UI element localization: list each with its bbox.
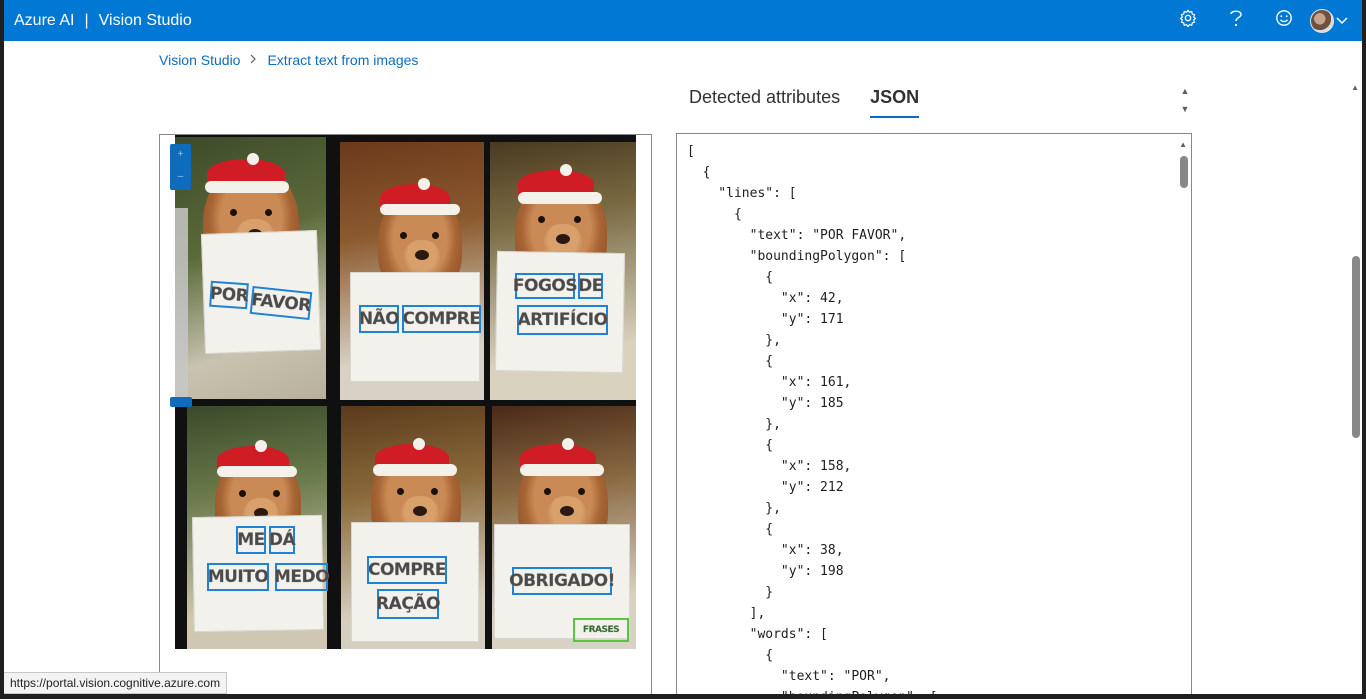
json-line: "x": 42,: [687, 291, 844, 306]
caret-up-icon[interactable]: ▲: [1179, 140, 1187, 149]
ocr-word-box[interactable]: NÃO: [359, 305, 400, 333]
json-line: "text": "POR",: [687, 669, 891, 684]
json-line: {: [687, 270, 774, 285]
json-line: "boundingPolygon": [: [687, 249, 907, 264]
page-scrollbar-thumb[interactable]: [1352, 256, 1360, 438]
settings-button[interactable]: [1164, 0, 1212, 41]
image-cell: [175, 137, 326, 399]
json-output-panel[interactable]: [ { "lines": [ { "text": "POR FAVOR", "b…: [676, 133, 1192, 699]
ocr-word-box[interactable]: RAÇÃO: [376, 589, 441, 619]
ocr-word-box[interactable]: MEDO: [274, 563, 330, 591]
ocr-word-box[interactable]: DÁ: [269, 526, 296, 554]
json-line: "x": 38,: [687, 543, 844, 558]
help-icon: [1229, 9, 1243, 32]
json-code: [ { "lines": [ { "text": "POR FAVOR", "b…: [687, 141, 938, 699]
json-line: "lines": [: [687, 186, 797, 201]
zoom-slider-handle[interactable]: [170, 397, 192, 407]
breadcrumb-current[interactable]: Extract text from images: [267, 52, 418, 68]
ocr-word-box[interactable]: FOGOS: [513, 273, 578, 299]
zoom-slider-track[interactable]: [175, 208, 188, 405]
ocr-word-box[interactable]: MUITO: [207, 563, 269, 591]
json-line: {: [687, 522, 774, 537]
brand-name: Azure AI: [14, 11, 75, 29]
status-url: https://portal.vision.cognitive.azure.co…: [4, 672, 228, 694]
feedback-button[interactable]: [1260, 0, 1308, 41]
chevron-right-icon: [250, 53, 257, 67]
json-line: "boundingPolygon": [: [687, 690, 938, 699]
json-line: {: [687, 165, 711, 180]
json-line: },: [687, 501, 781, 516]
breadcrumb-root[interactable]: Vision Studio: [159, 52, 240, 68]
gear-icon: [1179, 9, 1197, 32]
tab-json[interactable]: JSON: [870, 87, 920, 118]
json-line: {: [687, 354, 774, 369]
caret-down-icon: ▼: [1180, 104, 1190, 114]
json-line: }: [687, 585, 774, 600]
tab-scroll-buttons[interactable]: ▲ ▼: [1178, 82, 1192, 118]
zoom-control[interactable]: + –: [170, 144, 191, 190]
json-line: [: [687, 144, 695, 159]
json-line: "x": 158,: [687, 459, 852, 474]
image-panel: POR FAVOR NÃO COMPRE FOGOS DE ARTIFÍCIO …: [159, 134, 652, 694]
top-bar: Azure AI | Vision Studio: [4, 0, 1362, 41]
json-line: "y": 185: [687, 396, 844, 411]
json-line: },: [687, 417, 781, 432]
json-line: {: [687, 438, 774, 453]
ocr-word-box[interactable]: OBRIGADO!: [509, 567, 616, 595]
ocr-word-box[interactable]: DE: [578, 273, 604, 299]
image-cell: [492, 406, 636, 649]
json-scrollbar-thumb[interactable]: [1180, 156, 1188, 188]
analyzed-image[interactable]: POR FAVOR NÃO COMPRE FOGOS DE ARTIFÍCIO …: [175, 135, 636, 649]
result-tabs: Detected attributes JSON: [689, 87, 920, 118]
json-line: "words": [: [687, 627, 828, 642]
json-line: "text": "POR FAVOR",: [687, 228, 907, 243]
json-line: "x": 161,: [687, 375, 852, 390]
json-line: "y": 171: [687, 312, 844, 327]
json-line: "y": 212: [687, 480, 844, 495]
ocr-word-box[interactable]: FRASES: [573, 618, 629, 642]
ocr-word-box[interactable]: ME: [236, 526, 266, 554]
json-line: ],: [687, 606, 766, 621]
json-line: {: [687, 207, 742, 222]
brand-separator: |: [84, 11, 89, 29]
help-button[interactable]: [1212, 0, 1260, 41]
account-menu[interactable]: [1310, 8, 1348, 33]
image-cell: [490, 142, 636, 400]
product-name: Vision Studio: [98, 11, 192, 29]
avatar: [1310, 8, 1334, 33]
browser-window: Azure AI | Vision Studio Vision Studio E…: [0, 0, 1366, 699]
ocr-word-box[interactable]: ARTIFÍCIO: [517, 305, 608, 335]
json-line: {: [687, 648, 774, 663]
chevron-down-icon: [1336, 12, 1348, 30]
json-line: },: [687, 333, 781, 348]
ocr-word-box[interactable]: COMPRE: [402, 305, 481, 333]
caret-up-icon: ▲: [1180, 86, 1190, 96]
tab-detected-attributes[interactable]: Detected attributes: [689, 87, 840, 118]
top-actions: [1164, 0, 1362, 41]
json-line: "y": 198: [687, 564, 844, 579]
ocr-word-box[interactable]: POR: [209, 280, 249, 310]
brand[interactable]: Azure AI | Vision Studio: [14, 12, 192, 30]
ocr-word-box[interactable]: COMPRE: [367, 556, 447, 584]
breadcrumb: Vision Studio Extract text from images: [159, 52, 418, 68]
page-scroll-up-icon[interactable]: ▲: [1351, 83, 1359, 92]
zoom-in-icon[interactable]: +: [170, 144, 191, 166]
image-cell: [340, 142, 484, 400]
zoom-out-icon[interactable]: –: [170, 166, 191, 188]
smiley-icon: [1275, 9, 1293, 32]
